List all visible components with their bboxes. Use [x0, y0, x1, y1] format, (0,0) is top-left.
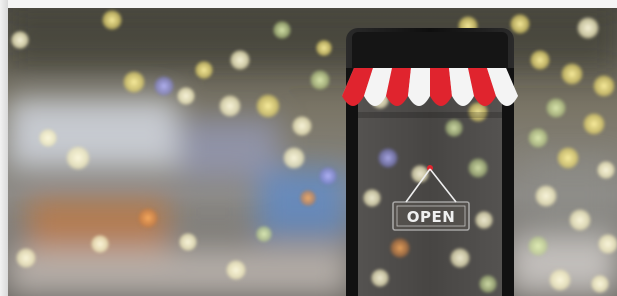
left-border [0, 0, 8, 296]
store-phone-photo: OPEN [8, 8, 617, 296]
sign-open-text: OPEN [407, 208, 456, 226]
photo-illustration: OPEN [8, 8, 617, 296]
image-frame: OPEN [0, 0, 617, 296]
top-border [0, 0, 617, 8]
